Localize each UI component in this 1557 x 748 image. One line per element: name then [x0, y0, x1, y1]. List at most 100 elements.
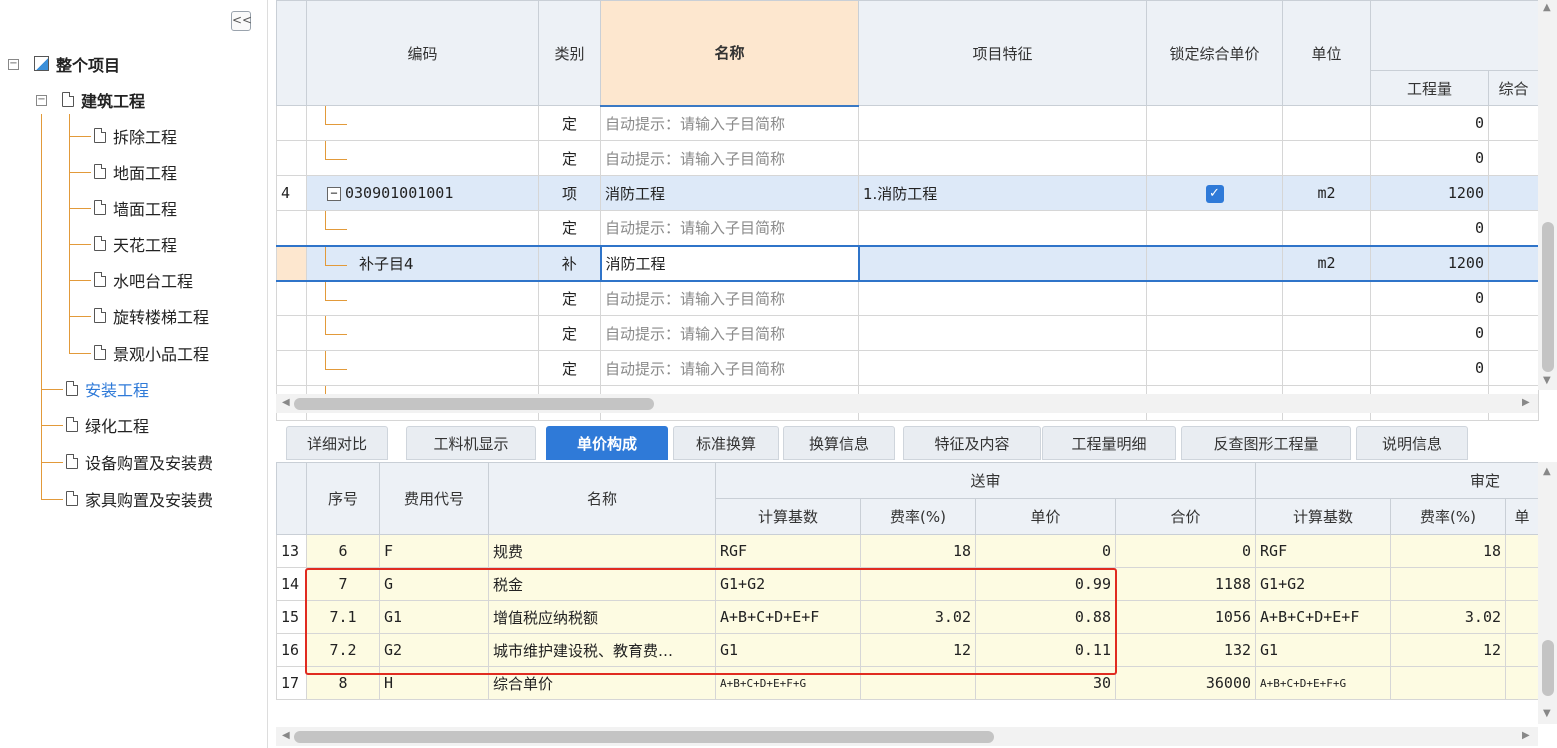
- tree-item[interactable]: 绿化工程: [66, 411, 149, 441]
- tree-item[interactable]: 家具购置及安装费: [66, 485, 213, 515]
- tab-standard-conversion[interactable]: 标准换算: [673, 426, 779, 460]
- price-approved-cell[interactable]: [1505, 534, 1540, 568]
- tab-detail-compare[interactable]: 详细对比: [286, 426, 388, 460]
- name-cell[interactable]: 自动提示：请输入子目简称: [600, 210, 859, 246]
- tab-reverse-lookup[interactable]: 反查图形工程量: [1181, 426, 1351, 460]
- name-cell[interactable]: 增值税应纳税额: [488, 600, 716, 634]
- price-cell[interactable]: 0.99: [975, 567, 1116, 601]
- unit-cell[interactable]: [1282, 210, 1371, 246]
- header-calc-base-approved[interactable]: 计算基数: [1255, 498, 1392, 535]
- lock-cell[interactable]: [1146, 105, 1283, 141]
- header-price[interactable]: 单价: [975, 498, 1116, 535]
- qty-cell[interactable]: 0: [1370, 280, 1489, 316]
- feature-cell[interactable]: [858, 280, 1147, 316]
- qty-cell[interactable]: 0: [1370, 210, 1489, 246]
- unit-cell[interactable]: [1282, 105, 1371, 141]
- table-row[interactable]: 14 7 G 税金 G1+G2 0.99 1188 G1+G2: [276, 567, 1540, 601]
- seq-cell[interactable]: 7.2: [306, 633, 380, 667]
- category-cell[interactable]: 定: [538, 210, 601, 246]
- code-cell[interactable]: [306, 105, 539, 141]
- tree-root[interactable]: 整个项目: [34, 50, 120, 80]
- tab-conversion-info[interactable]: 换算信息: [783, 426, 895, 460]
- category-cell[interactable]: 定: [538, 280, 601, 316]
- base-cell[interactable]: A+B+C+D+E+F+G: [715, 666, 861, 700]
- scroll-thumb[interactable]: [1542, 640, 1554, 696]
- header-fee-code[interactable]: 费用代号: [379, 462, 489, 535]
- scroll-right-icon[interactable]: ▶: [1522, 397, 1530, 408]
- tree-item-building[interactable]: 建筑工程: [62, 86, 145, 116]
- category-cell[interactable]: 补: [538, 244, 601, 282]
- code-cell[interactable]: G: [379, 567, 489, 601]
- upper-horizontal-scrollbar[interactable]: ◀ ▶: [276, 394, 1538, 413]
- unit-cell[interactable]: [1282, 140, 1371, 176]
- tree-item[interactable]: 设备购置及安装费: [66, 448, 213, 478]
- tree-item[interactable]: 水吧台工程: [94, 266, 193, 296]
- scroll-right-icon[interactable]: ▶: [1522, 730, 1530, 741]
- header-code[interactable]: 编码: [306, 0, 539, 106]
- rate-approved-cell[interactable]: 12: [1390, 633, 1507, 667]
- header-feature[interactable]: 项目特征: [858, 0, 1147, 106]
- composite-cell[interactable]: [1488, 244, 1539, 282]
- composite-cell[interactable]: [1488, 315, 1539, 351]
- header-quantity[interactable]: 工程量: [1370, 70, 1489, 106]
- header-seq[interactable]: 序号: [306, 462, 380, 535]
- price-cell[interactable]: 0.11: [975, 633, 1116, 667]
- qty-cell[interactable]: 0: [1370, 315, 1489, 351]
- header-composite[interactable]: 综合: [1488, 70, 1539, 106]
- rate-approved-cell[interactable]: [1390, 567, 1507, 601]
- tree-item-install-selected[interactable]: 安装工程: [66, 375, 149, 405]
- code-cell[interactable]: H: [379, 666, 489, 700]
- total-cell[interactable]: 0: [1114, 534, 1257, 568]
- category-cell[interactable]: 定: [538, 315, 601, 351]
- header-unit[interactable]: 单位: [1282, 0, 1371, 106]
- selected-item-row[interactable]: 4 −030901001001 项 消防工程 1.消防工程 ✓ m2 1200: [276, 175, 1539, 211]
- feature-cell[interactable]: 1.消防工程: [858, 175, 1147, 211]
- tree-item[interactable]: 地面工程: [94, 158, 177, 188]
- qty-cell[interactable]: 1200: [1370, 244, 1489, 282]
- composite-cell[interactable]: [1488, 105, 1539, 141]
- lower-horizontal-scrollbar[interactable]: ◀ ▶: [276, 727, 1538, 746]
- name-edit-field[interactable]: 消防工程: [599, 244, 860, 282]
- name-cell[interactable]: 自动提示：请输入子目简称: [600, 280, 859, 316]
- table-row[interactable]: 13 6 F 规费 RGF 18 0 0 RGF 18: [276, 534, 1540, 568]
- code-cell[interactable]: [306, 315, 539, 351]
- qty-cell[interactable]: 0: [1370, 105, 1489, 141]
- total-cell[interactable]: 1056: [1114, 600, 1257, 634]
- name-cell[interactable]: 税金: [488, 567, 716, 601]
- price-cell[interactable]: 0.88: [975, 600, 1116, 634]
- feature-cell[interactable]: [858, 140, 1147, 176]
- tree-item[interactable]: 景观小品工程: [94, 339, 209, 369]
- header-rate[interactable]: 费率(%): [860, 498, 976, 535]
- category-cell[interactable]: 定: [538, 140, 601, 176]
- composite-cell[interactable]: [1488, 140, 1539, 176]
- code-cell[interactable]: [306, 350, 539, 386]
- price-approved-cell[interactable]: [1505, 633, 1540, 667]
- base-approved-cell[interactable]: A+B+C+D+E+F: [1255, 600, 1392, 634]
- lock-cell[interactable]: ✓: [1146, 175, 1283, 211]
- rate-cell[interactable]: 3.02: [860, 600, 976, 634]
- collapse-panel-button[interactable]: <<: [231, 11, 252, 31]
- feature-cell[interactable]: [858, 350, 1147, 386]
- code-cell[interactable]: 补子目4: [306, 244, 539, 282]
- price-approved-cell[interactable]: [1505, 567, 1540, 601]
- unit-cell[interactable]: [1282, 315, 1371, 351]
- name-cell[interactable]: 综合单价: [488, 666, 716, 700]
- code-cell[interactable]: [306, 140, 539, 176]
- feature-cell[interactable]: [858, 210, 1147, 246]
- code-cell[interactable]: G1: [379, 600, 489, 634]
- qty-cell[interactable]: 0: [1370, 350, 1489, 386]
- lock-cell[interactable]: [1146, 210, 1283, 246]
- qty-cell[interactable]: 1200: [1370, 175, 1489, 211]
- tree-item[interactable]: 墙面工程: [94, 194, 177, 224]
- price-cell[interactable]: 0: [975, 534, 1116, 568]
- base-approved-cell[interactable]: RGF: [1255, 534, 1392, 568]
- header-calc-base[interactable]: 计算基数: [715, 498, 861, 535]
- table-row[interactable]: 16 7.2 G2 城市维护建设税、教育费… G1 12 0.11 132 G1…: [276, 633, 1540, 667]
- composite-cell[interactable]: [1488, 280, 1539, 316]
- name-cell[interactable]: 自动提示：请输入子目简称: [600, 105, 859, 141]
- tree-item[interactable]: 旋转楼梯工程: [94, 302, 209, 332]
- category-cell[interactable]: 项: [538, 175, 601, 211]
- tab-labor-material[interactable]: 工料机显示: [406, 426, 536, 460]
- base-cell[interactable]: A+B+C+D+E+F: [715, 600, 861, 634]
- name-cell[interactable]: 规费: [488, 534, 716, 568]
